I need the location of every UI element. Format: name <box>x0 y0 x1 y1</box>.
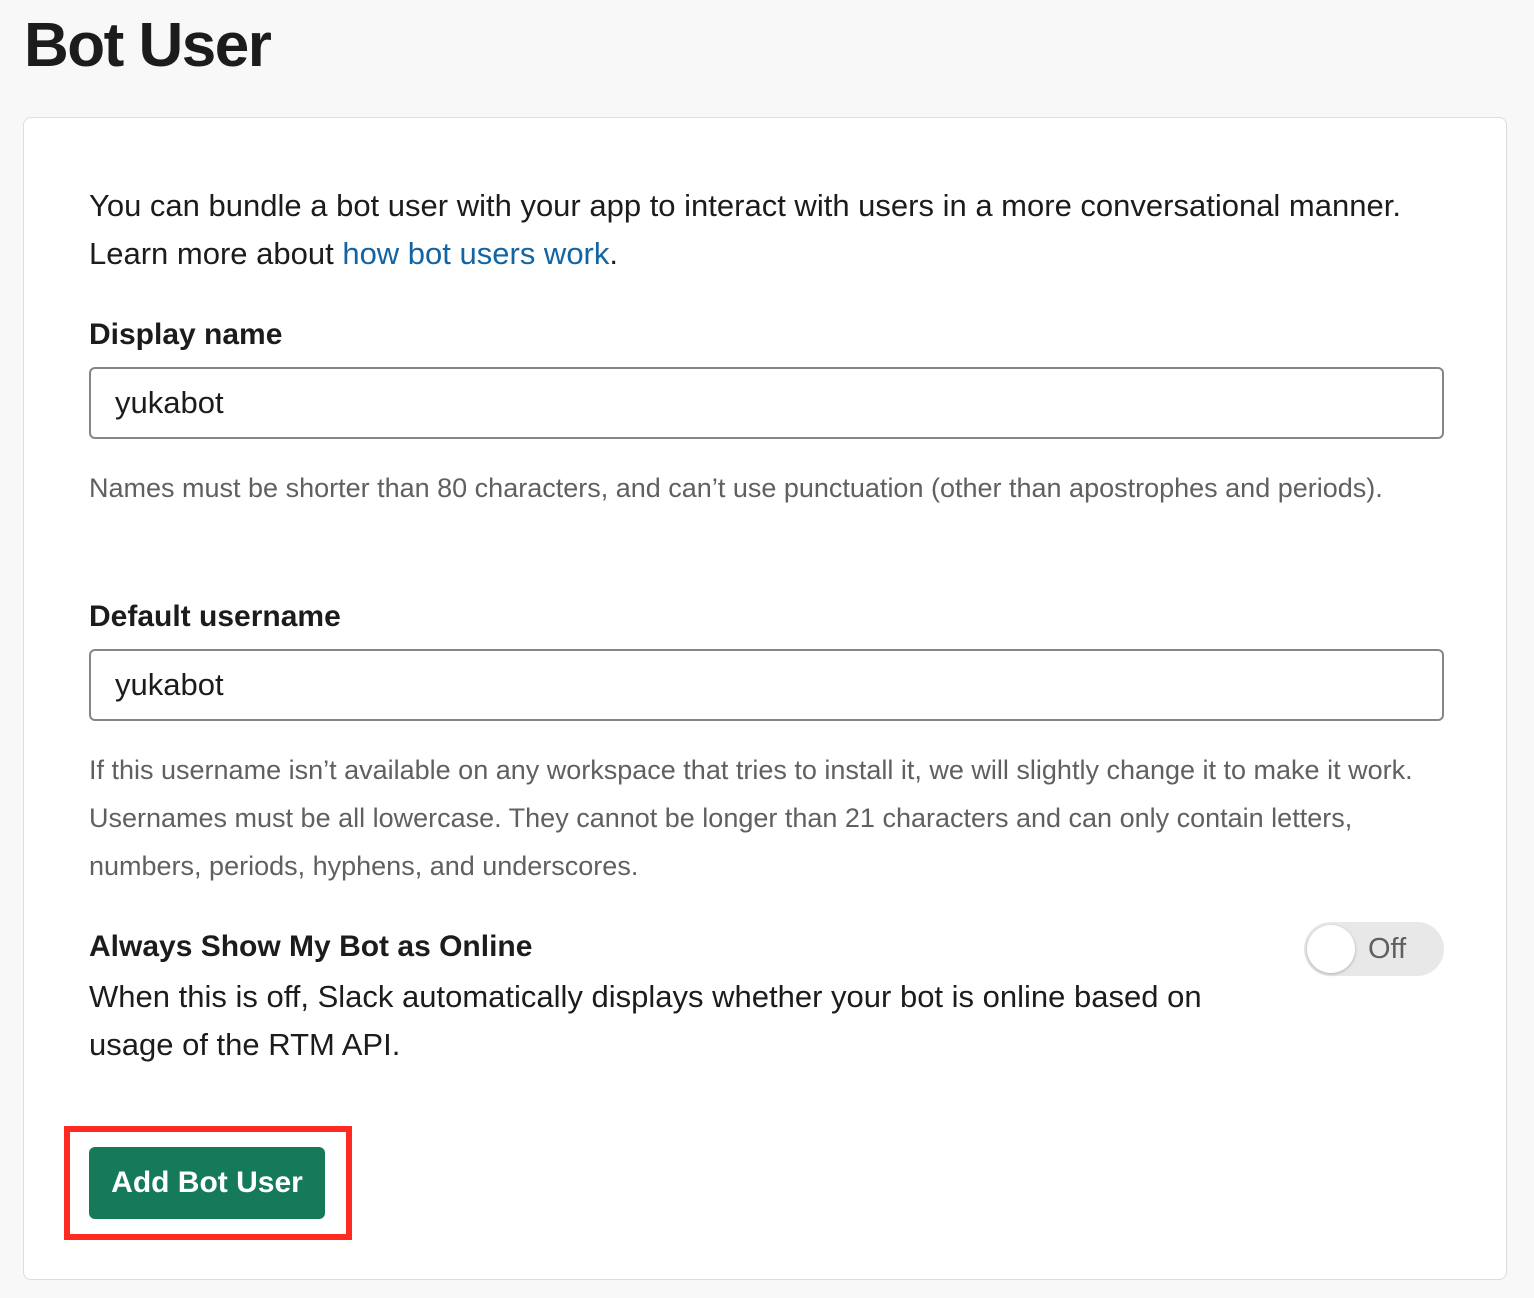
page-title: Bot User <box>24 11 272 80</box>
always-online-description: When this is off, Slack automatically di… <box>89 979 1202 1062</box>
bot-user-settings-card: You can bundle a bot user with your app … <box>23 117 1507 1280</box>
always-online-title: Always Show My Bot as Online <box>89 930 533 963</box>
display-name-label: Display name <box>89 318 283 351</box>
intro-paragraph: You can bundle a bot user with your app … <box>89 182 1469 278</box>
intro-period: . <box>609 236 619 271</box>
display-name-hint: Names must be shorter than 80 characters… <box>89 473 1383 503</box>
display-name-input[interactable] <box>89 367 1444 439</box>
toggle-knob <box>1307 925 1355 973</box>
bot-users-docs-link[interactable]: how bot users work <box>342 236 609 271</box>
default-username-label: Default username <box>89 600 341 633</box>
toggle-state-label: Off <box>1368 933 1407 965</box>
default-username-hint: If this username isn’t available on any … <box>89 755 1413 881</box>
default-username-input[interactable] <box>89 649 1444 721</box>
always-online-toggle[interactable]: Off <box>1304 922 1444 976</box>
intro-text: You can bundle a bot user with your app … <box>89 188 1401 271</box>
add-bot-user-button[interactable]: Add Bot User <box>89 1147 325 1219</box>
